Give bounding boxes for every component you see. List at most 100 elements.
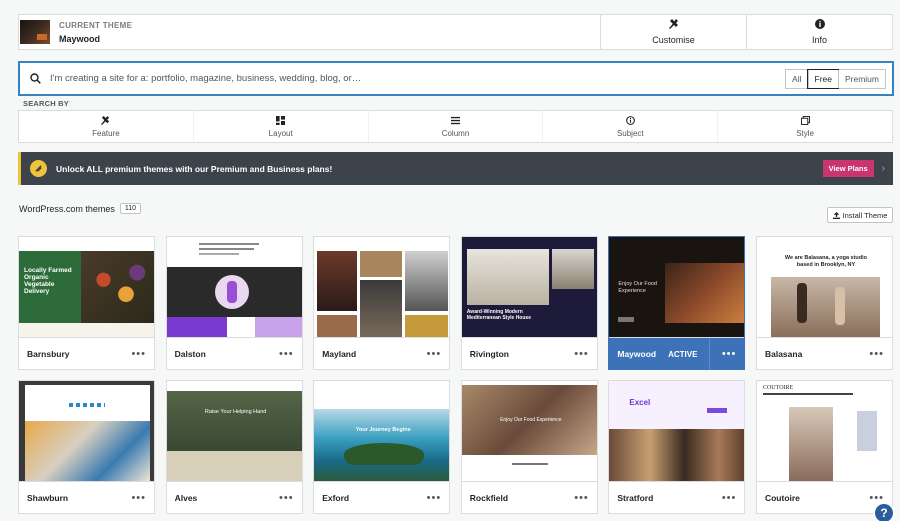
theme-preview-mayland[interactable]: [314, 237, 450, 338]
theme-name: Barnsbury: [27, 349, 70, 359]
theme-meta: Rockfield •••: [462, 482, 597, 514]
theme-meta: Shawburn •••: [19, 482, 154, 514]
install-theme-button[interactable]: Install Theme: [827, 207, 893, 223]
style-icon: [800, 115, 810, 127]
filter-feature[interactable]: Feature: [19, 111, 193, 142]
theme-meta: Rivington •••: [462, 338, 597, 370]
theme-meta: Exford •••: [314, 482, 449, 514]
tools-icon: [668, 19, 679, 32]
theme-card-dalston[interactable]: Dalston •••: [165, 236, 303, 370]
more-options-icon[interactable]: •••: [131, 492, 146, 504]
help-button[interactable]: ?: [873, 502, 895, 521]
themes-count-badge: 110: [119, 203, 142, 214]
theme-preview-stratford[interactable]: Excel: [609, 381, 745, 482]
maywood-preview-title: Enjoy Our Food Experience: [618, 281, 657, 294]
more-options-icon[interactable]: •••: [427, 348, 442, 360]
theme-meta: Coutoire •••: [757, 482, 892, 514]
theme-preview-exford[interactable]: Your Journey Begins: [314, 381, 450, 482]
active-badge: ACTIVE: [668, 349, 698, 359]
theme-preview-dalston[interactable]: [166, 237, 302, 338]
theme-meta: Barnsbury •••: [19, 338, 154, 370]
theme-preview-shawburn[interactable]: [19, 381, 154, 482]
filter-layout[interactable]: Layout: [192, 111, 368, 142]
theme-meta: Alves •••: [167, 482, 302, 514]
theme-grid: Locally Farmed Organic Vegetable Deliver…: [18, 236, 894, 514]
theme-card-alves[interactable]: Raise Your Helping Hand Alves •••: [165, 380, 303, 514]
filter-style-label: Style: [796, 128, 814, 138]
view-plans-button[interactable]: View Plans: [822, 160, 874, 177]
theme-name: Rivington: [469, 349, 509, 359]
tier-all[interactable]: All: [786, 70, 807, 88]
banner-text: Unlock ALL premium themes with our Premi…: [56, 163, 333, 174]
theme-name: Shawburn: [27, 493, 69, 503]
more-options-icon[interactable]: •••: [279, 348, 294, 360]
theme-preview-coutoire[interactable]: COUTOIRE: [756, 381, 892, 482]
theme-meta: Maywood ACTIVE •••: [609, 338, 745, 370]
info-button[interactable]: Info: [746, 15, 892, 49]
divider: [708, 338, 710, 370]
current-theme-label: CURRENT THEME: [59, 21, 133, 30]
current-theme-thumbnail[interactable]: [20, 20, 50, 44]
info-icon: [625, 115, 635, 127]
theme-card-exford[interactable]: Your Journey Begins Exford •••: [313, 380, 451, 514]
layout-icon: [276, 115, 286, 127]
theme-card-coutoire[interactable]: COUTOIRE Coutoire •••: [755, 380, 893, 514]
current-theme-info: CURRENT THEME Maywood: [59, 15, 600, 49]
theme-card-maywood[interactable]: Enjoy Our Food Experience Maywood ACTIVE…: [608, 236, 746, 370]
more-options-icon[interactable]: •••: [574, 492, 589, 504]
info-icon: [814, 19, 825, 32]
more-options-icon[interactable]: •••: [427, 492, 442, 504]
theme-name: Stratford: [617, 493, 654, 503]
current-theme-bar: CURRENT THEME Maywood Customise Info: [18, 14, 893, 50]
tier-free[interactable]: Free: [806, 68, 840, 89]
column-icon: [450, 116, 460, 127]
theme-search-input[interactable]: [50, 73, 786, 84]
more-options-icon[interactable]: •••: [279, 492, 294, 504]
info-label: Info: [811, 35, 827, 45]
theme-name: Exford: [322, 493, 350, 503]
theme-card-balasana[interactable]: We are Balasana, a yoga studio based in …: [755, 236, 893, 370]
theme-card-rockfield[interactable]: Enjoy Our Food Experience Rockfield •••: [460, 380, 598, 514]
theme-name: Maywood: [617, 349, 657, 359]
theme-name: Balasana: [764, 349, 803, 359]
filter-column[interactable]: Column: [367, 111, 543, 142]
more-options-icon[interactable]: •••: [722, 492, 737, 504]
filter-subject[interactable]: Subject: [542, 111, 717, 142]
filter-feature-label: Feature: [92, 128, 120, 138]
search-icon: [20, 73, 50, 84]
filter-style[interactable]: Style: [717, 111, 892, 142]
balasana-preview-title: We are Balasana, a yoga studio based in …: [784, 255, 868, 268]
customise-button[interactable]: Customise: [600, 15, 746, 49]
theme-preview-rockfield[interactable]: Enjoy Our Food Experience: [461, 381, 597, 482]
upload-icon: [832, 211, 840, 219]
current-theme-name: Maywood: [59, 34, 101, 44]
customise-label: Customise: [652, 35, 695, 45]
themes-heading: WordPress.com themes 110: [19, 203, 142, 214]
rockfield-preview-title: Enjoy Our Food Experience: [500, 417, 562, 423]
more-options-icon[interactable]: •••: [131, 348, 146, 360]
chevron-right-icon[interactable]: ›: [882, 163, 885, 174]
install-theme-label: Install Theme: [842, 210, 888, 220]
theme-preview-rivington[interactable]: Award-Winning Modern Mediterranean Style…: [461, 237, 597, 338]
tier-premium[interactable]: Premium: [837, 69, 885, 88]
theme-name: Mayland: [322, 349, 357, 359]
tools-icon: [101, 115, 110, 127]
filter-column-label: Column: [441, 128, 470, 138]
more-options-icon[interactable]: •••: [722, 348, 737, 360]
theme-card-mayland[interactable]: Mayland •••: [313, 236, 451, 370]
theme-card-stratford[interactable]: Excel Stratford •••: [608, 380, 746, 514]
more-options-icon[interactable]: •••: [574, 348, 589, 360]
coutoire-preview-title: COUTOIRE: [762, 385, 794, 391]
tier-filter: All Free Premium: [785, 68, 886, 89]
search-by-label: SEARCH BY: [23, 99, 69, 108]
theme-preview-balasana[interactable]: We are Balasana, a yoga studio based in …: [756, 237, 892, 338]
theme-card-shawburn[interactable]: Shawburn •••: [18, 380, 155, 514]
theme-preview-alves[interactable]: Raise Your Helping Hand: [166, 381, 302, 482]
theme-card-barnsbury[interactable]: Locally Farmed Organic Vegetable Deliver…: [18, 236, 155, 370]
theme-preview-barnsbury[interactable]: Locally Farmed Organic Vegetable Deliver…: [19, 237, 154, 338]
theme-name: Coutoire: [764, 493, 800, 503]
theme-preview-maywood[interactable]: Enjoy Our Food Experience: [609, 237, 745, 338]
more-options-icon[interactable]: •••: [869, 348, 884, 360]
theme-card-rivington[interactable]: Award-Winning Modern Mediterranean Style…: [460, 236, 598, 370]
rivington-preview-title: Award-Winning Modern Mediterranean Style…: [466, 309, 531, 321]
